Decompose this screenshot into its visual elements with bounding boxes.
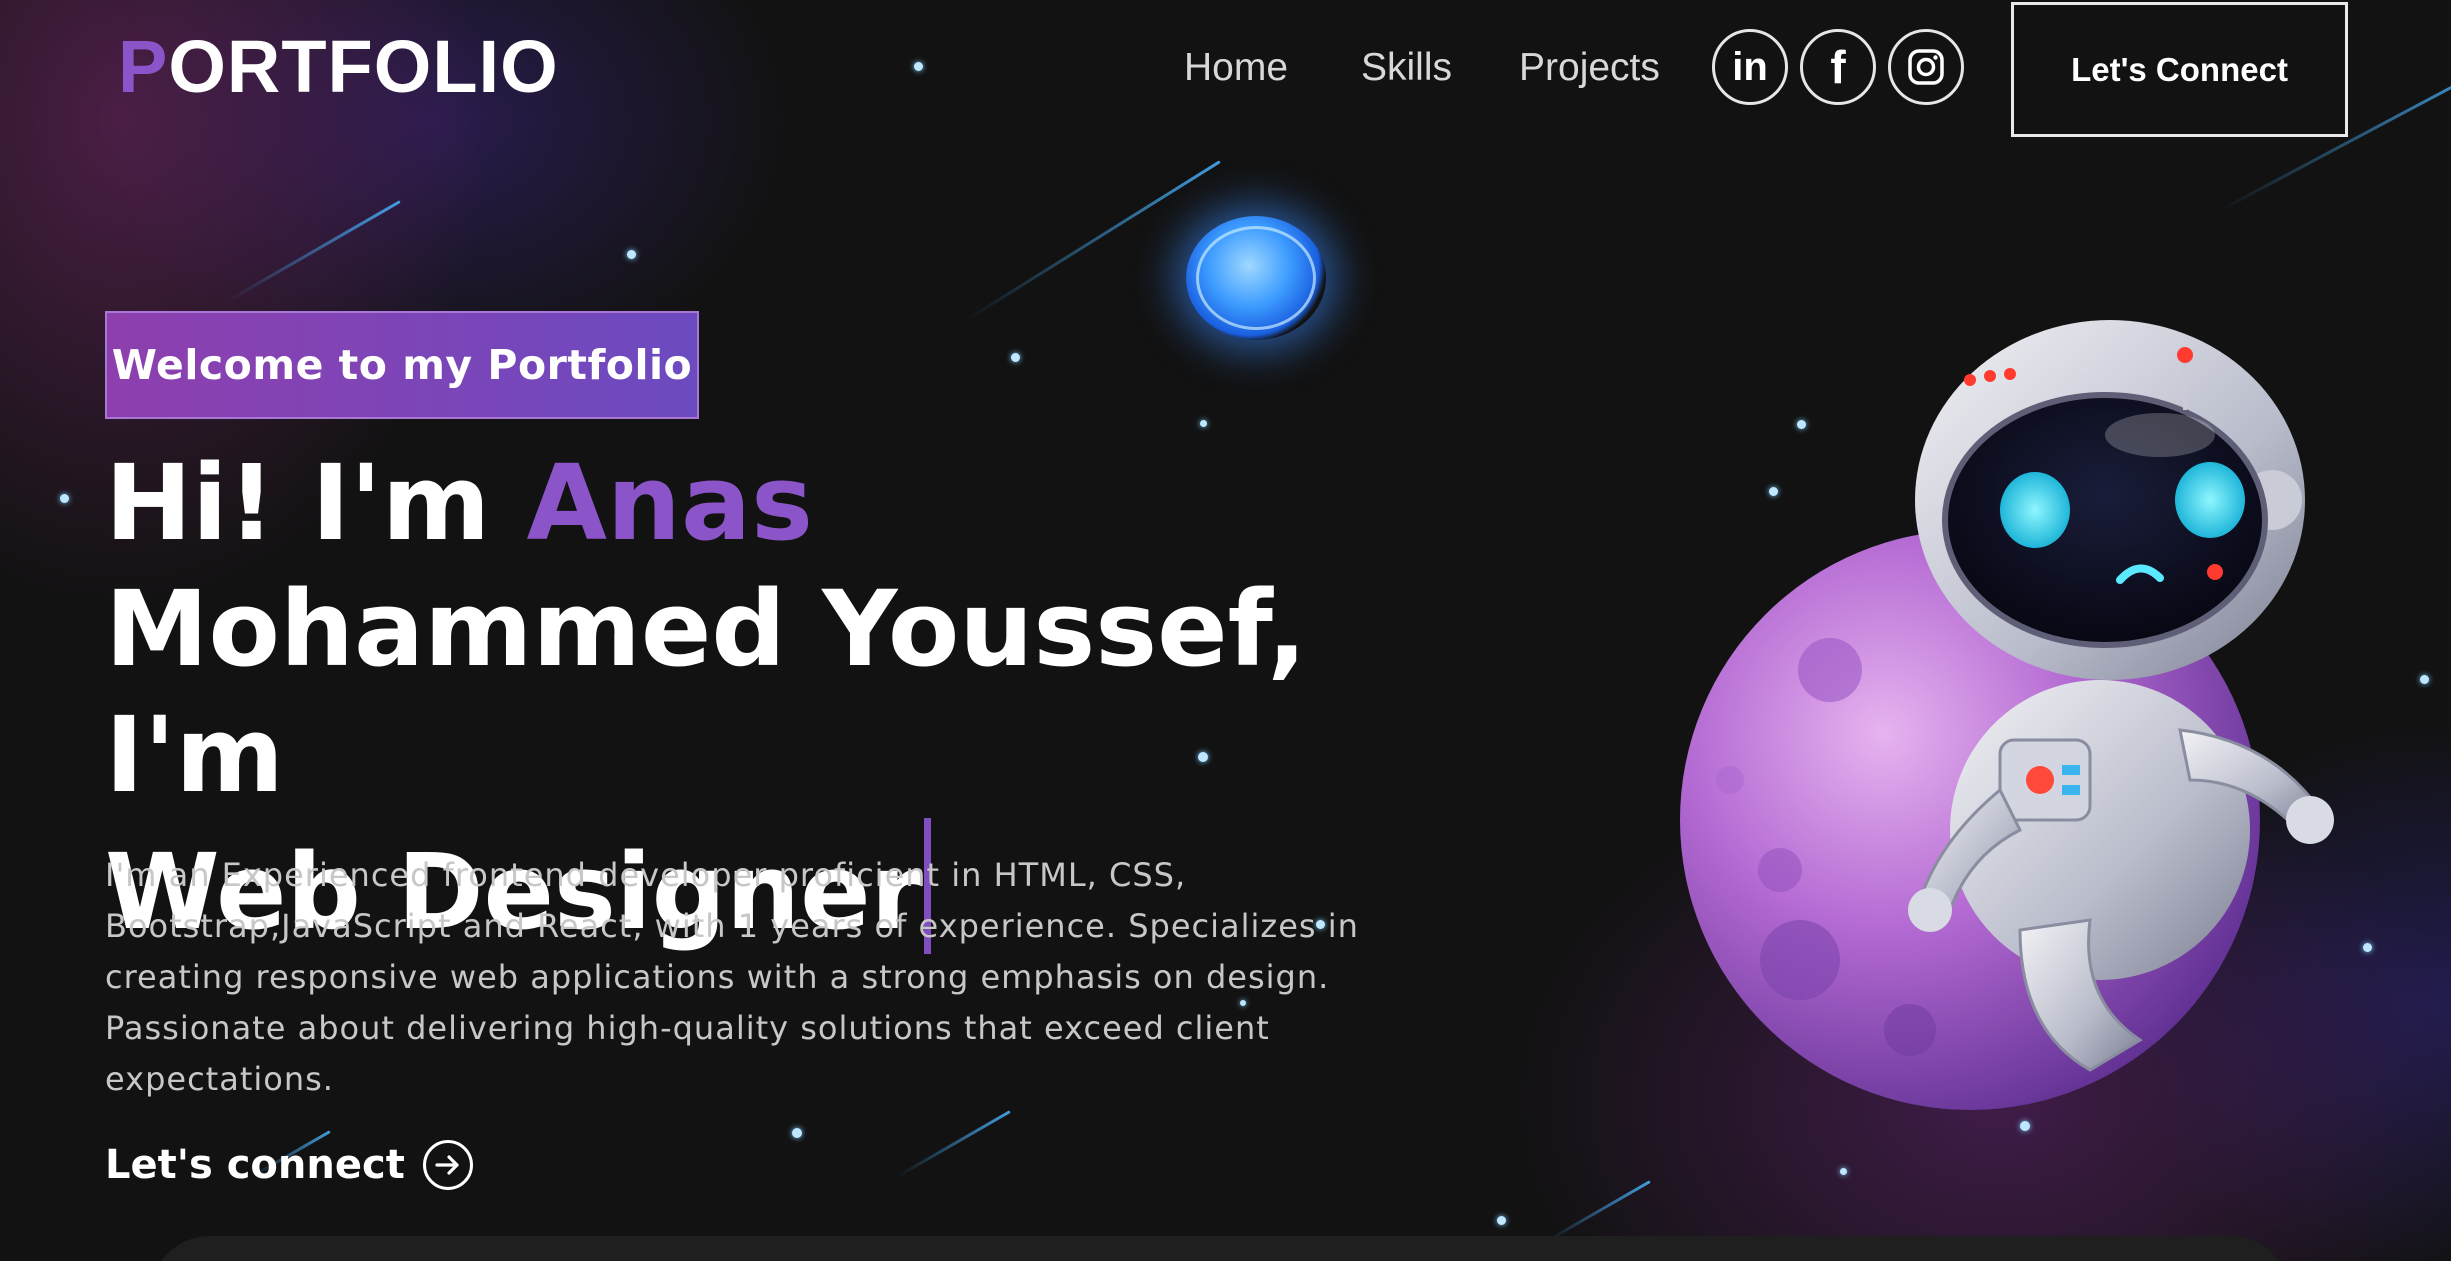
headline-name: Anas xyxy=(526,442,814,564)
linkedin-button[interactable]: in xyxy=(1712,29,1788,105)
star xyxy=(1011,353,1020,362)
lets-connect-cta[interactable]: Let's connect xyxy=(105,1140,473,1190)
star xyxy=(792,1128,802,1138)
star xyxy=(1200,420,1207,427)
cta-label: Let's connect xyxy=(105,1142,405,1188)
astronaut-illustration xyxy=(1680,320,2334,1110)
nav-link-projects[interactable]: Projects xyxy=(1519,48,1660,87)
instagram-button[interactable] xyxy=(1888,29,1964,105)
section-panel-top-edge xyxy=(150,1236,2290,1261)
logo-text: ORTFOLIO xyxy=(168,25,559,108)
star xyxy=(1497,1216,1506,1225)
headline-greeting: Hi! I'm xyxy=(105,442,527,564)
nav-link-skills[interactable]: Skills xyxy=(1361,48,1452,87)
lets-connect-button[interactable]: Let's Connect xyxy=(2011,2,2348,137)
star xyxy=(60,494,69,503)
hero-description: I'm an Experienced frontend developer pr… xyxy=(105,856,1359,1098)
meteor xyxy=(964,160,1221,322)
facebook-button[interactable]: f xyxy=(1800,29,1876,105)
star xyxy=(2420,675,2429,684)
arrow-right-circle-icon xyxy=(422,1140,473,1190)
facebook-icon: f xyxy=(1830,41,1846,93)
star xyxy=(627,250,636,259)
instagram-icon xyxy=(1908,49,1944,85)
meteor xyxy=(1545,1180,1651,1243)
star xyxy=(2363,943,2372,952)
logo-accent-letter: P xyxy=(118,25,169,108)
logo[interactable]: PORTFOLIO xyxy=(118,30,559,104)
headline-line-2: Mohammed Youssef, I'm xyxy=(105,568,1307,816)
meteor xyxy=(226,200,401,303)
glowing-orb xyxy=(1186,216,1326,340)
star xyxy=(1840,1168,1847,1175)
welcome-tagline: Welcome to my Portfolio xyxy=(105,311,699,419)
linkedin-icon: in xyxy=(1732,45,1768,89)
meteor xyxy=(896,1110,1011,1178)
nav-link-home[interactable]: Home xyxy=(1184,48,1288,87)
star xyxy=(914,62,923,71)
